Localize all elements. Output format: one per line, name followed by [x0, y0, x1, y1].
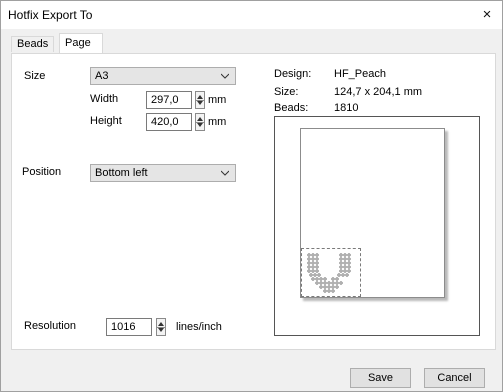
- bead-pattern: [307, 253, 351, 293]
- position-dropdown[interactable]: Bottom left: [90, 164, 236, 182]
- width-unit: mm: [208, 94, 227, 106]
- resolution-input[interactable]: 1016: [106, 318, 152, 336]
- save-button[interactable]: Save: [350, 368, 411, 388]
- width-spin-icon[interactable]: [195, 91, 205, 109]
- width-label: Width: [90, 93, 119, 105]
- size-label: Size: [24, 70, 46, 82]
- design-value: HF_Peach: [334, 68, 386, 80]
- height-value: 420,0: [151, 116, 179, 128]
- tab-beads[interactable]: Beads: [11, 36, 55, 52]
- design-label: Design:: [274, 68, 312, 80]
- window-title: Hotfix Export To: [8, 8, 93, 22]
- dialog-window: Hotfix Export To × Beads Page design Siz…: [0, 0, 503, 392]
- height-unit: mm: [208, 116, 227, 128]
- width-input[interactable]: 297,0: [146, 91, 192, 109]
- resolution-label: Resolution: [24, 320, 76, 332]
- title-bar: Hotfix Export To ×: [1, 1, 502, 29]
- beads-value: 1810: [334, 102, 359, 114]
- page-preview: [274, 116, 480, 336]
- chevron-down-icon: [221, 73, 229, 79]
- resolution-value: 1016: [111, 321, 136, 333]
- height-label: Height: [90, 115, 122, 127]
- preview-page: [300, 128, 445, 298]
- resolution-unit: lines/inch: [176, 321, 222, 333]
- close-icon[interactable]: ×: [476, 4, 498, 26]
- height-spin-icon[interactable]: [195, 113, 205, 131]
- design-placement: [301, 248, 361, 297]
- height-input[interactable]: 420,0: [146, 113, 192, 131]
- size-dropdown[interactable]: A3: [90, 67, 236, 85]
- resolution-spin-icon[interactable]: [156, 318, 166, 336]
- tab-page-design[interactable]: Page design: [59, 33, 104, 68]
- width-value: 297,0: [151, 94, 179, 106]
- page-design-panel: Size A3 Width 297,0 mm Height 420,0 mm P…: [11, 53, 496, 350]
- position-dropdown-value: Bottom left: [95, 167, 148, 179]
- design-size-label: Size:: [274, 86, 299, 98]
- chevron-down-icon: [221, 170, 229, 176]
- beads-label: Beads:: [274, 102, 309, 114]
- design-size-value: 124,7 x 204,1 mm: [334, 86, 423, 98]
- position-label: Position: [22, 166, 62, 178]
- size-dropdown-value: A3: [95, 70, 109, 82]
- tab-beads-label: Beads: [17, 38, 49, 50]
- cancel-button[interactable]: Cancel: [424, 368, 485, 388]
